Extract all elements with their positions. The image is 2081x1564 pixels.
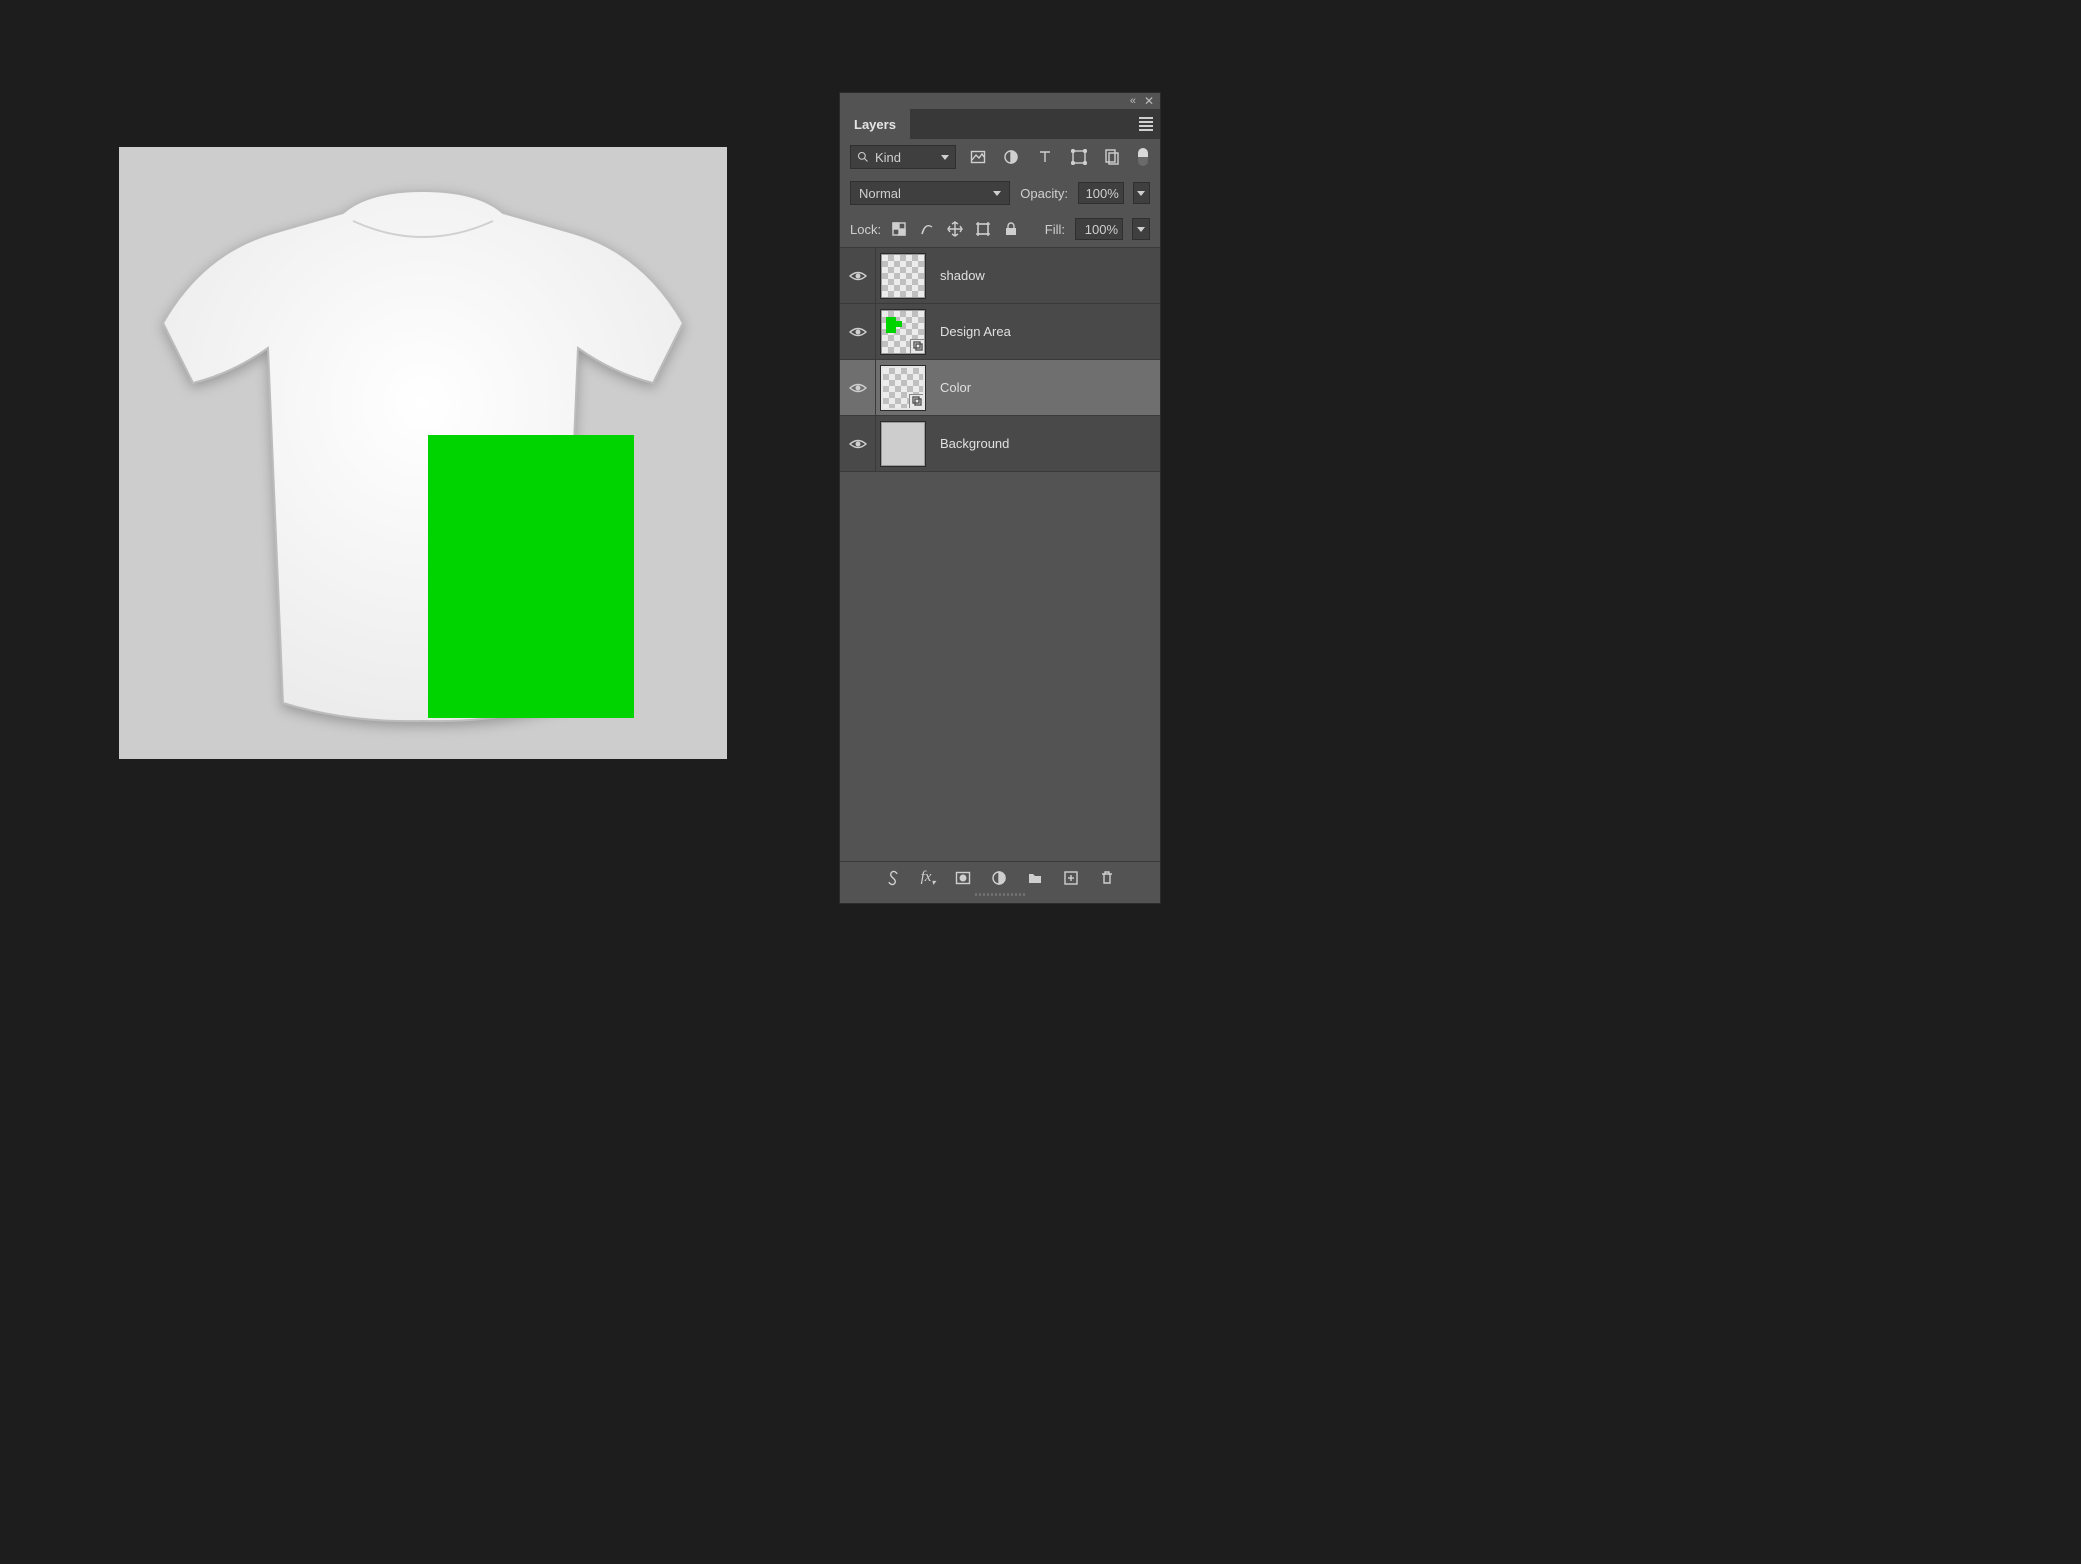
- layer-visibility-toggle[interactable]: [840, 304, 876, 359]
- filter-shape-icon[interactable]: [1071, 149, 1087, 165]
- filter-type-icon[interactable]: [1037, 149, 1053, 165]
- layer-list: shadow Design Area Color Background: [840, 247, 1160, 861]
- layer-name-label[interactable]: Design Area: [930, 324, 1011, 339]
- layer-row[interactable]: Color: [840, 360, 1160, 416]
- tabbar-spacer: [910, 109, 1132, 139]
- filter-toggle-switch[interactable]: [1138, 148, 1148, 166]
- new-layer-icon[interactable]: [1063, 870, 1079, 886]
- blend-mode-value: Normal: [859, 186, 901, 201]
- thumbnail-image: [881, 422, 925, 466]
- opacity-label: Opacity:: [1020, 186, 1068, 201]
- layer-name-label[interactable]: Color: [930, 380, 971, 395]
- layer-row[interactable]: shadow: [840, 248, 1160, 304]
- opacity-dropdown-button[interactable]: [1133, 182, 1150, 204]
- tab-layers[interactable]: Layers: [840, 109, 910, 139]
- smart-object-badge-icon: [909, 394, 923, 408]
- hamburger-icon: [1139, 117, 1153, 131]
- opacity-value: 100%: [1086, 186, 1119, 201]
- delete-layer-icon[interactable]: [1099, 870, 1115, 886]
- panel-topbar: « ✕: [840, 93, 1160, 109]
- layer-list-empty-area[interactable]: [840, 472, 1160, 861]
- layer-name-label[interactable]: shadow: [930, 268, 985, 283]
- link-layers-icon[interactable]: [885, 870, 901, 886]
- new-adjustment-layer-icon[interactable]: [991, 870, 1007, 886]
- filter-kind-label: Kind: [875, 150, 901, 165]
- layer-thumbnail[interactable]: [876, 366, 930, 410]
- search-icon: [857, 151, 869, 163]
- layer-visibility-toggle[interactable]: [840, 248, 876, 303]
- collapse-icon[interactable]: «: [1130, 96, 1136, 107]
- chevron-down-icon: [1137, 191, 1145, 196]
- fill-field[interactable]: 100%: [1075, 218, 1123, 240]
- design-area-rectangle: [428, 435, 634, 718]
- lock-image-icon[interactable]: [919, 221, 935, 237]
- layers-panel: « ✕ Layers Kind Normal: [840, 93, 1160, 903]
- layer-visibility-toggle[interactable]: [840, 416, 876, 471]
- smart-object-badge-icon: [910, 339, 924, 353]
- thumbnail-image: [881, 366, 925, 410]
- add-mask-icon[interactable]: [955, 870, 971, 886]
- layer-row[interactable]: Background: [840, 416, 1160, 472]
- eye-icon: [849, 379, 867, 397]
- document-canvas[interactable]: [119, 147, 727, 759]
- lock-all-icon[interactable]: [1003, 221, 1019, 237]
- layers-bottom-toolbar: fx▾: [840, 861, 1160, 893]
- tab-label: Layers: [854, 117, 896, 132]
- new-group-icon[interactable]: [1027, 870, 1043, 886]
- panel-tabbar: Layers: [840, 109, 1160, 139]
- eye-icon: [849, 267, 867, 285]
- fill-dropdown-button[interactable]: [1132, 218, 1150, 240]
- layer-name-label[interactable]: Background: [930, 436, 1009, 451]
- close-icon[interactable]: ✕: [1144, 95, 1154, 107]
- chevron-down-icon: [1137, 227, 1145, 232]
- filter-adjustment-icon[interactable]: [1003, 149, 1019, 165]
- lock-icons: [891, 221, 1019, 237]
- fill-value: 100%: [1085, 222, 1118, 237]
- layer-thumbnail[interactable]: [876, 254, 930, 298]
- opacity-field[interactable]: 100%: [1078, 182, 1124, 204]
- lock-artboard-icon[interactable]: [975, 221, 991, 237]
- eye-icon: [849, 323, 867, 341]
- layer-thumbnail[interactable]: [876, 422, 930, 466]
- lock-position-icon[interactable]: [947, 221, 963, 237]
- filter-kind-dropdown[interactable]: Kind: [850, 145, 956, 169]
- filter-smartobject-icon[interactable]: [1104, 149, 1120, 165]
- layer-thumbnail[interactable]: [876, 310, 930, 354]
- layer-filter-row: Kind: [840, 139, 1160, 175]
- chevron-down-icon: [941, 155, 949, 160]
- lock-label: Lock:: [850, 222, 881, 237]
- filter-type-icons: [968, 148, 1150, 166]
- eye-icon: [849, 435, 867, 453]
- layer-effects-icon[interactable]: fx▾: [921, 869, 936, 887]
- lock-fill-row: Lock: Fill: 100%: [840, 211, 1160, 247]
- panel-resize-grip[interactable]: [840, 893, 1160, 903]
- thumbnail-image: [881, 310, 925, 354]
- blend-opacity-row: Normal Opacity: 100%: [840, 175, 1160, 211]
- blend-mode-dropdown[interactable]: Normal: [850, 181, 1010, 205]
- lock-transparency-icon[interactable]: [891, 221, 907, 237]
- panel-menu-button[interactable]: [1132, 109, 1160, 139]
- filter-pixel-icon[interactable]: [970, 149, 986, 165]
- layer-visibility-toggle[interactable]: [840, 360, 876, 415]
- fill-label: Fill:: [1045, 222, 1065, 237]
- thumbnail-image: [881, 254, 925, 298]
- layer-row[interactable]: Design Area: [840, 304, 1160, 360]
- chevron-down-icon: [993, 191, 1001, 196]
